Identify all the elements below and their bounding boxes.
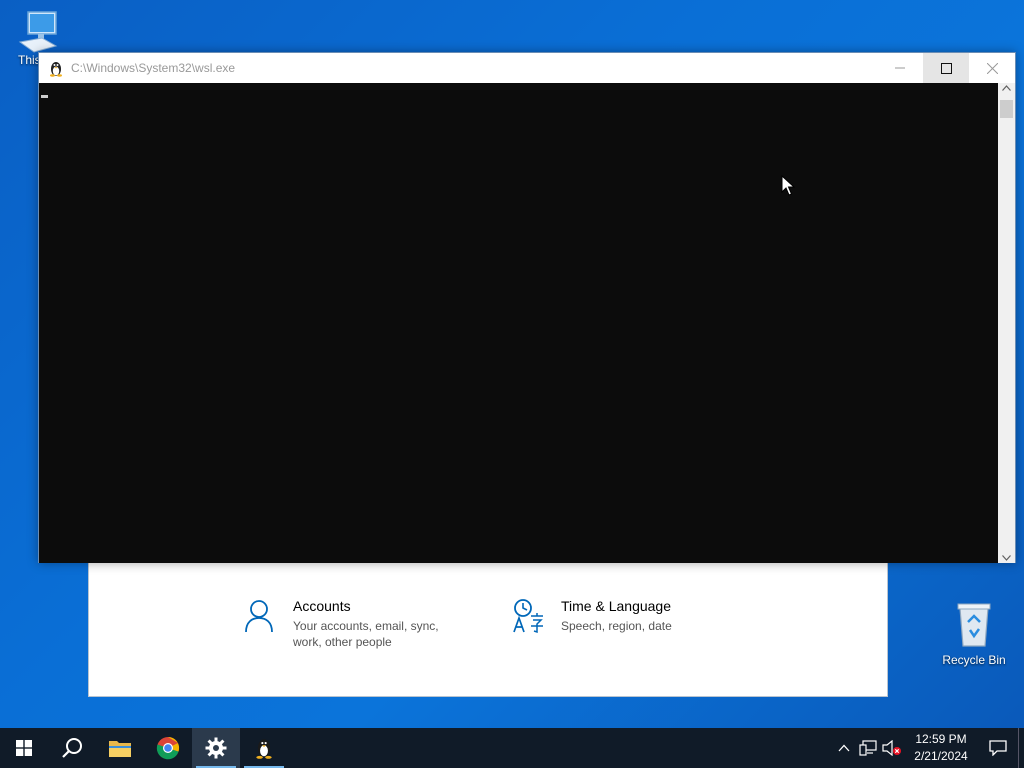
chevron-up-icon: [838, 744, 850, 752]
taskbar-chrome[interactable]: [144, 728, 192, 768]
windows-logo-icon: [16, 740, 32, 756]
tux-icon: [50, 62, 62, 77]
show-desktop-button[interactable]: [1018, 728, 1024, 768]
person-icon: [245, 600, 273, 633]
volume-button[interactable]: [880, 728, 904, 768]
recycle-bin-icon: [957, 603, 991, 647]
desktop-icon-recycle-bin[interactable]: Recycle Bin: [938, 600, 1010, 667]
action-center-button[interactable]: [978, 728, 1018, 768]
taskbar-wsl[interactable]: [240, 728, 288, 768]
notification-icon: [989, 740, 1007, 756]
accounts-title: Accounts: [293, 598, 351, 614]
accounts-desc-line1: Your accounts, email, sync,: [293, 619, 439, 633]
minimize-icon: [895, 67, 905, 69]
scrollbar-thumb[interactable]: [1000, 100, 1013, 118]
settings-window: Accounts Your accounts, email, sync, wor…: [88, 545, 888, 697]
search-icon: [62, 738, 82, 758]
mouse-pointer-icon: [781, 175, 795, 196]
gear-icon: [205, 737, 227, 759]
recycle-bin-label: Recycle Bin: [942, 653, 1006, 667]
maximize-button[interactable]: [923, 53, 969, 83]
maximize-icon: [940, 62, 952, 74]
taskbar: 12:59 PM 2/21/2024: [0, 728, 1024, 768]
chrome-icon: [156, 736, 180, 760]
time-language-icon: [513, 599, 543, 634]
terminal-scrollbar[interactable]: [998, 83, 1015, 563]
accounts-desc-line2: work, other people: [293, 635, 392, 649]
clock[interactable]: 12:59 PM 2/21/2024: [908, 731, 974, 765]
time-language-desc: Speech, region, date: [561, 619, 672, 633]
close-icon: [986, 62, 998, 74]
start-button[interactable]: [0, 728, 48, 768]
clock-time: 12:59 PM: [915, 732, 967, 746]
terminal-cursor: [41, 95, 48, 98]
scroll-down-arrow-icon[interactable]: [1002, 555, 1011, 561]
settings-item-time-language[interactable]: Time & Language Speech, region, date: [511, 598, 672, 634]
minimize-button[interactable]: [877, 53, 923, 83]
taskbar-settings[interactable]: [192, 728, 240, 768]
volume-muted-icon: [882, 740, 901, 756]
taskbar-file-explorer[interactable]: [96, 728, 144, 768]
system-tray: 12:59 PM 2/21/2024: [832, 728, 1024, 768]
close-button[interactable]: [969, 53, 1015, 83]
terminal-titlebar[interactable]: C:\Windows\System32\wsl.exe: [39, 53, 1015, 83]
computer-icon: [18, 11, 58, 53]
search-button[interactable]: [48, 728, 96, 768]
settings-item-accounts[interactable]: Accounts Your accounts, email, sync, wor…: [243, 598, 439, 650]
terminal-console[interactable]: [39, 83, 999, 563]
folder-icon: [109, 741, 131, 757]
network-icon: [859, 740, 877, 756]
tux-icon: [256, 739, 272, 759]
scroll-up-arrow-icon[interactable]: [1002, 85, 1011, 91]
terminal-title: C:\Windows\System32\wsl.exe: [71, 61, 236, 75]
network-button[interactable]: [856, 728, 880, 768]
time-language-title: Time & Language: [561, 598, 671, 614]
wsl-terminal-window[interactable]: C:\Windows\System32\wsl.exe: [38, 52, 1016, 563]
show-hidden-icons-button[interactable]: [832, 728, 856, 768]
clock-date: 2/21/2024: [914, 749, 968, 763]
